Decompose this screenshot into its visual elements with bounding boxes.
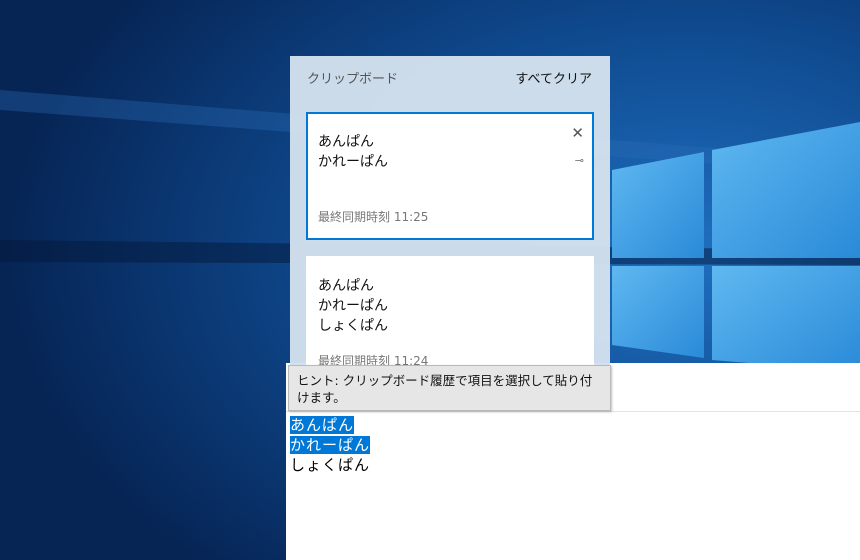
pin-icon[interactable]: ⊸: [575, 154, 584, 167]
hint-tooltip: ヒント: クリップボード履歴で項目を選択して貼り付けます。: [288, 365, 611, 411]
clipboard-history-panel: クリップボード すべてクリア あんぱん かれーぱん 最終同期時刻 11:25 ✕…: [290, 56, 610, 376]
item-text-line: あんぱん: [318, 278, 374, 294]
selected-text-line: あんぱん: [290, 416, 355, 434]
clipboard-item[interactable]: あんぱん かれーぱん 最終同期時刻 11:25 ✕ ⊸: [306, 112, 594, 240]
selected-text-line: かれーぱん: [290, 436, 371, 454]
text-line: しょくぱん: [290, 456, 371, 474]
clipboard-item[interactable]: あんぱん かれーぱん しょくぱん 最終同期時刻 11:24: [306, 256, 594, 376]
item-text-line: かれーぱん: [318, 298, 388, 314]
item-timestamp: 最終同期時刻 11:25: [318, 210, 429, 224]
item-text-line: あんぱん: [318, 134, 374, 150]
editor-text-area[interactable]: あんぱん かれーぱん しょくぱん: [290, 415, 371, 475]
clear-all-button[interactable]: すべてクリア: [515, 68, 592, 87]
item-text-line: しょくぱん: [318, 318, 388, 334]
close-icon[interactable]: ✕: [571, 124, 584, 142]
panel-title: クリップボード: [307, 72, 399, 87]
item-text-line: かれーぱん: [318, 154, 388, 170]
